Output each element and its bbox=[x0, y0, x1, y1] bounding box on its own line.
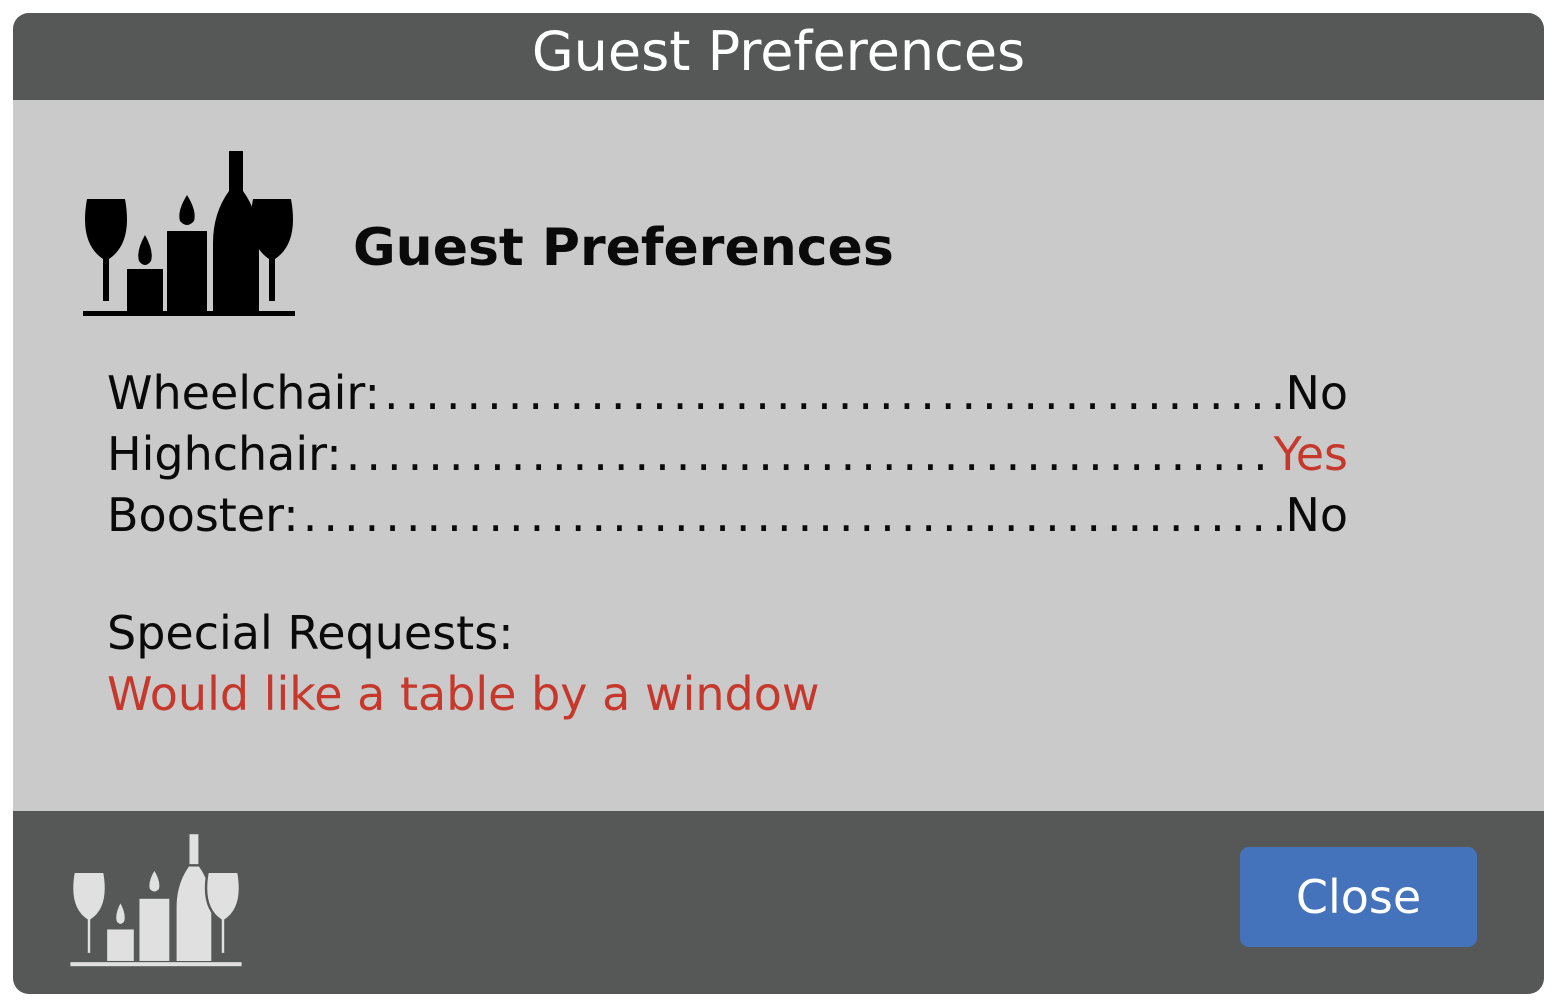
wine-candles-icon bbox=[70, 833, 242, 967]
pref-value: No bbox=[1285, 488, 1348, 542]
pref-label: Highchair: bbox=[107, 427, 342, 481]
pref-row-wheelchair: Wheelchair: ............................… bbox=[107, 363, 1348, 424]
special-requests-text: Would like a table by a window bbox=[107, 667, 820, 721]
dot-leader: ........................................… bbox=[384, 366, 1286, 420]
close-button[interactable]: Close bbox=[1240, 847, 1477, 947]
pref-row-highchair: Highchair: .............................… bbox=[107, 424, 1348, 485]
pref-label: Wheelchair: bbox=[107, 366, 381, 420]
pref-value: No bbox=[1285, 366, 1348, 420]
section-heading: Guest Preferences bbox=[353, 218, 894, 278]
special-requests-label: Special Requests: bbox=[107, 606, 514, 660]
dialog-footer: Close bbox=[13, 811, 1544, 994]
pref-value: Yes bbox=[1273, 427, 1348, 481]
pref-label: Booster: bbox=[107, 488, 299, 542]
guest-preferences-dialog: Guest Preferences Guest Preferences Whee… bbox=[13, 13, 1544, 994]
dialog-title: Guest Preferences bbox=[13, 13, 1544, 100]
dot-leader: ........................................… bbox=[302, 488, 1286, 542]
dot-leader: ........................................… bbox=[345, 427, 1274, 481]
preference-list: Wheelchair: ............................… bbox=[107, 363, 1348, 546]
pref-row-booster: Booster: ...............................… bbox=[107, 485, 1348, 546]
wine-candles-icon bbox=[83, 151, 295, 316]
